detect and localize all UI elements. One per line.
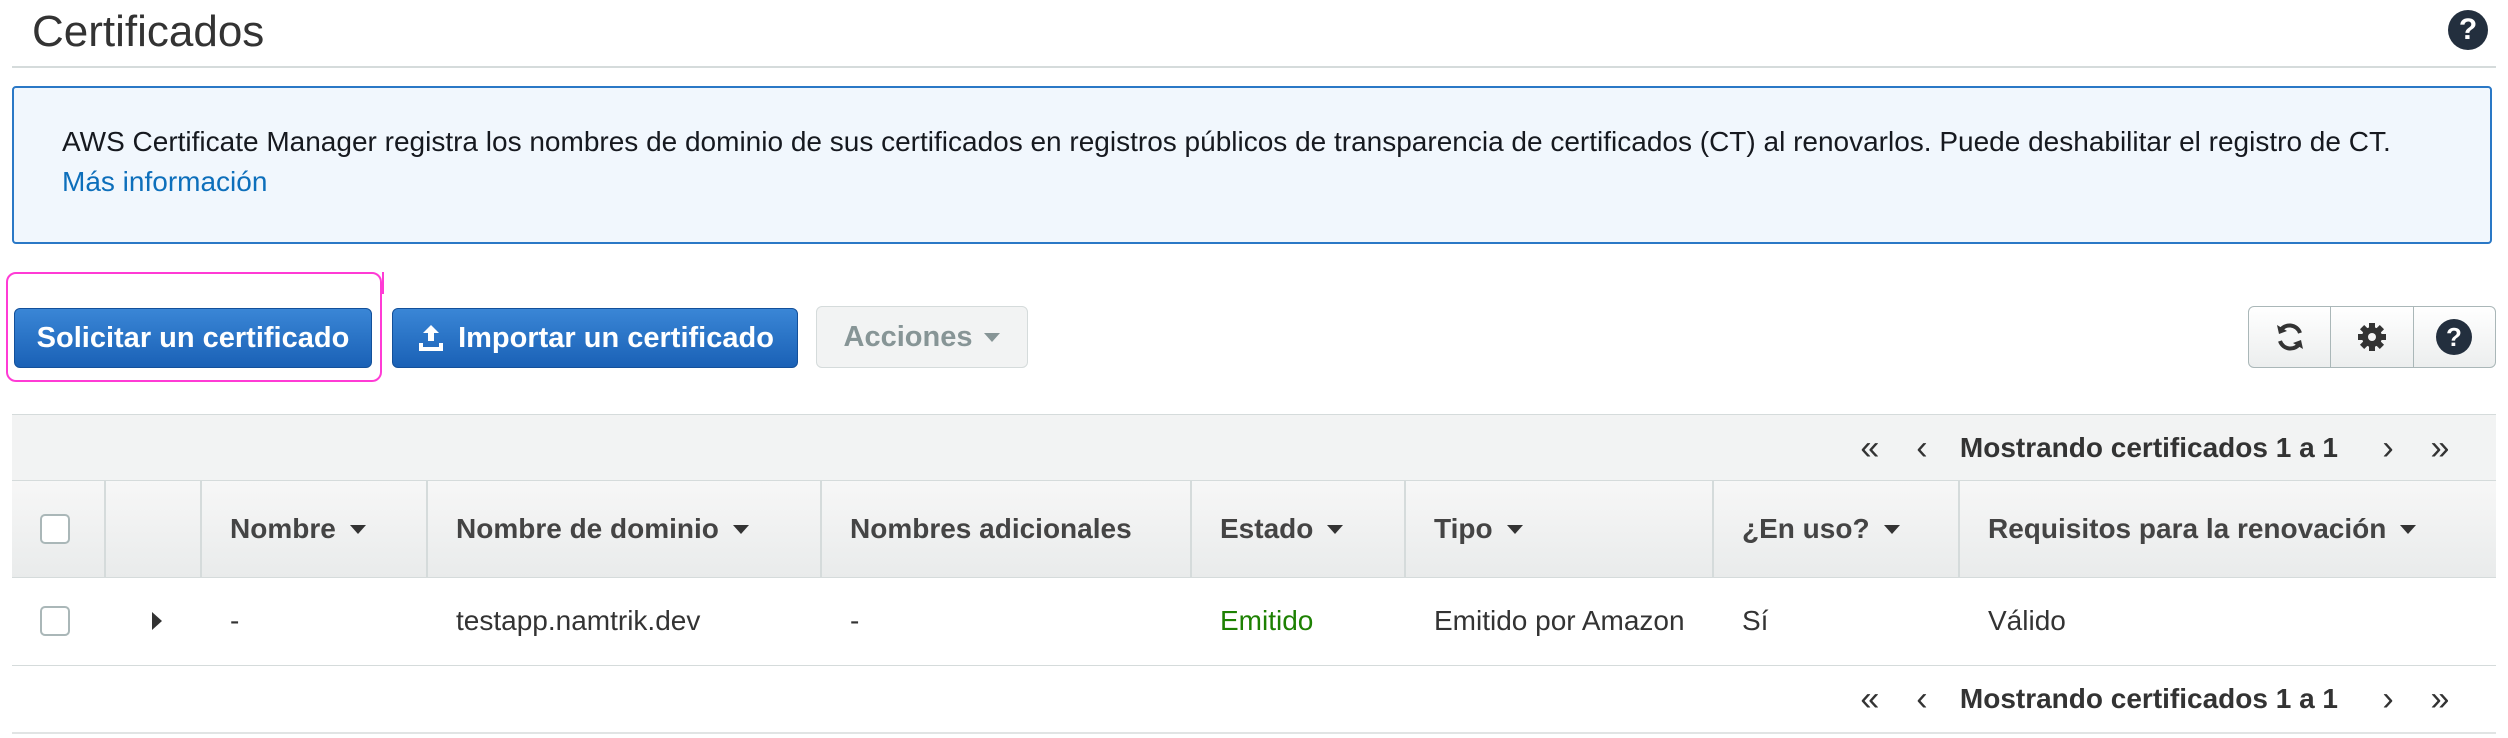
import-certificate-button[interactable]: Importar un certificado	[392, 308, 798, 368]
column-label: Nombre de dominio	[456, 513, 719, 544]
info-text: AWS Certificate Manager registra los nom…	[62, 126, 2391, 157]
pagination-top: « ‹ Mostrando certificados 1 a 1 › »	[12, 414, 2496, 481]
cell-in-use: Sí	[1742, 605, 1769, 636]
chevron-down-icon	[984, 332, 1001, 342]
annotation-stroke	[382, 272, 384, 294]
settings-button[interactable]	[2331, 307, 2414, 367]
pagination-status: Mostrando certificados 1 a 1	[1959, 432, 2338, 463]
row-checkbox[interactable]	[40, 606, 70, 636]
actions-label: Acciones	[843, 320, 973, 353]
prev-page-button[interactable]: ‹	[1896, 429, 1948, 468]
upload-icon	[419, 325, 444, 351]
table-row[interactable]: - testapp.namtrik.dev - Emitido Emitido …	[12, 578, 2496, 666]
cell-additional-names: -	[850, 605, 860, 636]
request-certificate-button[interactable]: Solicitar un certificado	[14, 308, 372, 368]
column-header-estado[interactable]: Estado	[1190, 481, 1404, 577]
column-label: Nombres adicionales	[850, 513, 1132, 544]
select-all-checkbox[interactable]	[40, 514, 70, 544]
sort-caret-icon	[1327, 524, 1344, 534]
table-tools: ?	[2248, 306, 2496, 368]
column-label: Nombre	[230, 513, 336, 544]
first-page-button[interactable]: «	[1844, 680, 1896, 719]
select-all-cell	[12, 481, 104, 577]
column-label: ¿En uso?	[1742, 513, 1870, 544]
help-circle-icon[interactable]: ?	[2448, 10, 2488, 50]
sort-caret-icon	[349, 524, 366, 534]
column-header-nombre[interactable]: Nombre	[200, 481, 426, 577]
expand-column-header	[104, 481, 200, 577]
title-divider	[12, 66, 2496, 68]
request-certificate-label: Solicitar un certificado	[36, 321, 350, 354]
column-header-en-uso[interactable]: ¿En uso?	[1712, 481, 1958, 577]
ct-logging-info-box	[12, 86, 2492, 244]
page-title: Certificados	[32, 7, 265, 56]
sort-caret-icon	[2400, 524, 2417, 534]
cell-type: Emitido por Amazon	[1434, 605, 1685, 636]
status-badge: Emitido	[1220, 605, 1314, 636]
first-page-button[interactable]: «	[1844, 429, 1896, 468]
cell-nombre: -	[230, 605, 240, 636]
sort-caret-icon	[732, 524, 749, 534]
pagination-status: Mostrando certificados 1 a 1	[1959, 683, 2338, 714]
cell-renewal: Válido	[1988, 605, 2066, 636]
next-page-button[interactable]: ›	[2362, 680, 2414, 719]
column-header-tipo[interactable]: Tipo	[1404, 481, 1712, 577]
row-expand-cell	[104, 578, 200, 664]
table-header-row: Nombre Nombre de dominio Nombres adicion…	[12, 480, 2496, 578]
last-page-button[interactable]: »	[2414, 680, 2466, 719]
svg-text:?: ?	[2446, 322, 2462, 352]
expand-row-icon[interactable]	[152, 612, 162, 630]
column-label: Tipo	[1434, 513, 1493, 544]
row-select-cell	[12, 578, 104, 664]
actions-dropdown-button[interactable]: Acciones	[816, 306, 1028, 368]
pagination-bottom: « ‹ Mostrando certificados 1 a 1 › »	[12, 666, 2496, 734]
gear-icon	[2357, 323, 2386, 351]
next-page-button[interactable]: ›	[2362, 429, 2414, 468]
import-certificate-label: Importar un certificado	[458, 321, 774, 354]
help-circle-icon: ?	[2436, 319, 2473, 355]
cell-domain: testapp.namtrik.dev	[456, 605, 701, 636]
column-label: Requisitos para la renovación	[1988, 513, 2387, 544]
help-button[interactable]: ?	[2414, 307, 2495, 367]
more-info-link[interactable]: Más información	[62, 162, 267, 202]
prev-page-button[interactable]: ‹	[1896, 680, 1948, 719]
column-header-nombres-adicionales: Nombres adicionales	[820, 481, 1190, 577]
column-header-requisitos[interactable]: Requisitos para la renovación	[1958, 481, 2496, 577]
refresh-icon	[2276, 323, 2303, 351]
sort-caret-icon	[1506, 524, 1523, 534]
refresh-button[interactable]	[2249, 307, 2332, 367]
column-label: Estado	[1220, 513, 1314, 544]
last-page-button[interactable]: »	[2414, 429, 2466, 468]
column-header-nombre-de-dominio[interactable]: Nombre de dominio	[426, 481, 820, 577]
sort-caret-icon	[1883, 524, 1900, 534]
